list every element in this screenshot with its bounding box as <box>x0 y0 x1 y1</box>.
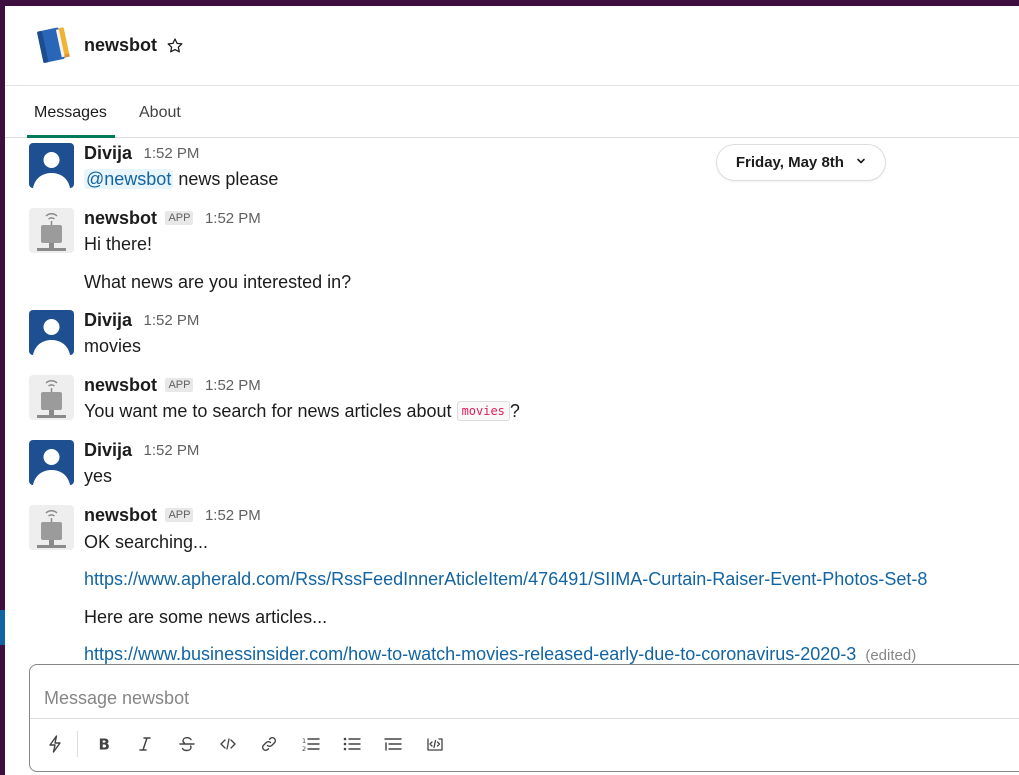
message-text: @newsbot news please <box>84 169 278 190</box>
timestamp[interactable]: 1:52 PM <box>205 507 261 524</box>
message-meta: newsbot APP 1:52 PM <box>84 208 261 230</box>
bold-button[interactable]: B <box>91 731 117 757</box>
user-avatar-icon <box>29 440 74 485</box>
message-text: Hi there! <box>84 234 153 254</box>
message-body: You want me to search for news articles … <box>84 401 452 421</box>
message-text: OK searching... <box>84 532 209 552</box>
code-block-icon <box>427 738 443 751</box>
strikethrough-button[interactable] <box>174 731 200 757</box>
message-text: https://www.businessinsider.com/how-to-w… <box>84 644 916 665</box>
blockquote-icon <box>384 738 402 751</box>
timestamp[interactable]: 1:52 PM <box>143 145 199 162</box>
svg-text:2: 2 <box>302 745 306 753</box>
bot-avatar-icon <box>29 505 74 550</box>
article-link[interactable]: https://www.businessinsider.com/how-to-w… <box>84 644 856 664</box>
bold-icon: B <box>99 736 110 754</box>
message-meta: Divija 1:52 PM <box>84 143 199 165</box>
message-meta: newsbot APP 1:52 PM <box>84 505 261 527</box>
shortcuts-icon <box>49 735 61 753</box>
sender-name[interactable]: Divija <box>84 440 132 460</box>
ordered-list-icon: 12 <box>302 737 320 753</box>
timestamp[interactable]: 1:52 PM <box>143 442 199 459</box>
italic-icon <box>139 737 151 751</box>
avatar[interactable] <box>29 440 74 485</box>
channel-title[interactable]: newsbot <box>84 35 157 56</box>
code-block-button[interactable] <box>422 731 448 757</box>
user-mention[interactable]: @newsbot <box>84 169 174 189</box>
avatar[interactable] <box>29 310 74 355</box>
star-icon[interactable] <box>166 37 184 55</box>
channel-header: newsbot <box>5 6 1019 86</box>
app-badge: APP <box>165 507 194 522</box>
sender-name[interactable]: newsbot <box>84 208 157 228</box>
ordered-list-button[interactable]: 12 <box>298 731 324 757</box>
avatar[interactable] <box>29 143 74 188</box>
avatar[interactable] <box>29 208 74 253</box>
sidebar-edge-highlight <box>0 610 5 645</box>
sender-name[interactable]: newsbot <box>84 375 157 395</box>
bulleted-list-button[interactable] <box>339 731 365 757</box>
link-button[interactable] <box>256 731 282 757</box>
blockquote-button[interactable] <box>380 731 406 757</box>
strikethrough-icon <box>179 736 195 752</box>
formatting-toolbar: B 12 <box>30 719 1019 771</box>
svg-text:1: 1 <box>302 737 306 745</box>
avatar[interactable] <box>29 505 74 550</box>
timestamp[interactable]: 1:52 PM <box>143 312 199 329</box>
message-composer: B 12 <box>29 664 1019 772</box>
message-meta: Divija 1:52 PM <box>84 310 199 332</box>
link-icon <box>262 737 276 751</box>
message-input[interactable] <box>30 665 1019 717</box>
message-text: https://www.apherald.com/Rss/RssFeedInne… <box>84 569 927 590</box>
message-meta: Divija 1:52 PM <box>84 440 199 462</box>
sender-name[interactable]: Divija <box>84 143 132 163</box>
date-divider-button[interactable]: Friday, May 8th <box>716 144 886 181</box>
user-avatar-icon <box>29 143 74 188</box>
app-window: newsbot Messages About Divija 1:52 PM @n… <box>5 6 1019 775</box>
chevron-down-icon <box>857 158 865 164</box>
sender-name[interactable]: newsbot <box>84 505 157 525</box>
timestamp[interactable]: 1:52 PM <box>205 377 261 394</box>
tab-messages[interactable]: Messages <box>34 104 107 122</box>
message-list[interactable]: Divija 1:52 PM @newsbot news please news… <box>5 138 1019 665</box>
app-badge: APP <box>165 210 194 225</box>
message-text: You want me to search for news articles … <box>84 401 520 422</box>
tab-bar: Messages About <box>5 86 1019 138</box>
message-text: yes <box>84 466 113 486</box>
sender-name[interactable]: Divija <box>84 310 132 330</box>
inline-code: movies <box>456 401 510 421</box>
message-text: What news are you interested in? <box>84 272 352 292</box>
article-link[interactable]: https://www.apherald.com/Rss/RssFeedInne… <box>84 569 927 589</box>
date-label: Friday, May 8th <box>735 154 844 171</box>
app-badge: APP <box>165 377 194 392</box>
toolbar-separator <box>77 731 78 757</box>
message-body-end: ? <box>509 401 520 421</box>
svg-text:B: B <box>99 736 110 754</box>
bulleted-list-icon <box>343 737 361 751</box>
message-body: news please <box>178 169 279 189</box>
bot-avatar-icon <box>29 375 74 420</box>
message-text: movies <box>84 336 142 356</box>
edited-label: (edited) <box>865 647 917 664</box>
avatar[interactable] <box>29 375 74 420</box>
message-meta: newsbot APP 1:52 PM <box>84 375 261 397</box>
notebook-icon <box>37 27 70 63</box>
code-button[interactable] <box>215 731 241 757</box>
timestamp[interactable]: 1:52 PM <box>205 210 261 227</box>
code-icon <box>220 738 236 750</box>
message-text: Here are some news articles... <box>84 607 328 627</box>
bot-avatar-icon <box>29 208 74 253</box>
tab-about[interactable]: About <box>139 104 181 122</box>
italic-button[interactable] <box>132 731 158 757</box>
user-avatar-icon <box>29 310 74 355</box>
shortcuts-button[interactable] <box>42 731 68 757</box>
